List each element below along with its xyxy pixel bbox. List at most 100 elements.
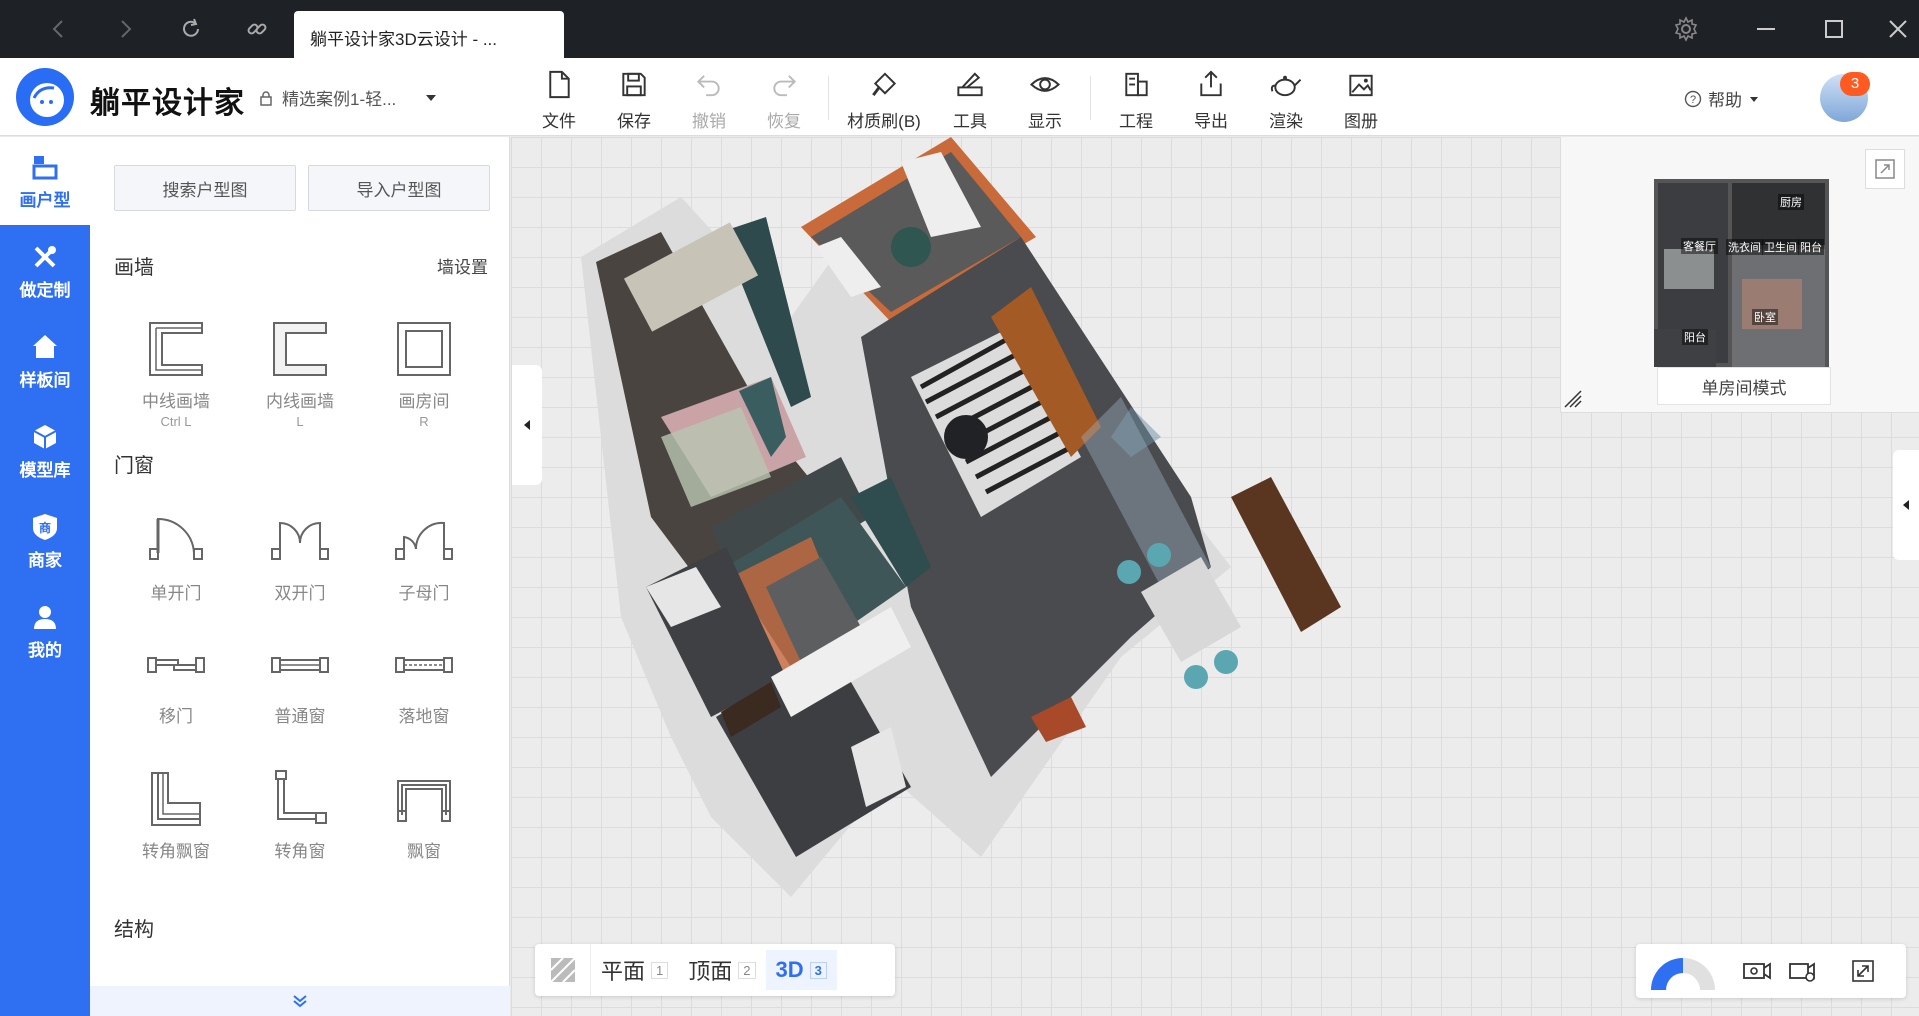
parent-child-door-icon: [395, 521, 453, 560]
double-chevron-down-icon: [293, 995, 307, 1008]
minimap-room-label: 阳台: [1682, 329, 1708, 345]
house-icon: [33, 334, 57, 358]
minimap-room-label: 卧室: [1752, 309, 1778, 325]
save-button[interactable]: 保存: [599, 64, 669, 132]
toolbar-divider: [1090, 76, 1091, 120]
minimap[interactable]: 厨房 客餐厅 洗衣间 卫生间 阳台 卧室 阳台 单房间模式: [1560, 137, 1919, 413]
svg-text:?: ?: [1690, 94, 1696, 106]
brand-logo-icon: [16, 68, 74, 126]
draw-room-tool[interactable]: 画房间 R: [362, 317, 486, 437]
main-toolbar: 躺平设计家 精选案例1-轻... 文件 保存 撤销 恢复 材质刷(B) 工具 显…: [0, 58, 1919, 136]
view-angle-gauge-icon[interactable]: [1646, 950, 1720, 994]
minimap-room-label: 厨房: [1778, 194, 1804, 210]
innerline-wall-icon: [273, 322, 327, 376]
single-door-icon: [149, 517, 203, 560]
corner-bay-window-icon: [151, 772, 201, 826]
back-icon[interactable]: [44, 14, 74, 44]
normal-window-icon: [271, 657, 329, 673]
sidebar-item-floorplan[interactable]: 画户型: [0, 137, 90, 225]
double-door-icon: [271, 521, 329, 560]
section-title-wall: 画墙: [114, 257, 154, 279]
album-icon: [1349, 74, 1373, 97]
customize-tools-icon: [34, 245, 56, 267]
import-floorplan-button[interactable]: 导入户型图: [308, 165, 490, 211]
fullscreen-icon[interactable]: [1846, 956, 1880, 986]
link-icon[interactable]: [242, 14, 272, 44]
floor-window-tool[interactable]: 落地窗: [362, 632, 486, 752]
maximize-icon[interactable]: [1816, 12, 1852, 46]
bay-window-tool[interactable]: 飘窗: [362, 767, 486, 887]
corner-window-icon: [275, 770, 327, 824]
tools-icon: [957, 72, 983, 97]
normal-window-tool[interactable]: 普通窗: [238, 632, 362, 752]
section-title-structure: 结构: [114, 919, 154, 941]
toolbar-divider: [828, 76, 829, 120]
sidebar-item-mine[interactable]: 我的: [0, 587, 90, 675]
floor-material-icon[interactable]: [535, 944, 591, 996]
help-menu[interactable]: ? 帮助: [1684, 86, 1760, 111]
caret-left-icon: [524, 420, 530, 430]
floor-window-icon: [395, 657, 453, 673]
material-brush-button[interactable]: 材质刷(B): [847, 64, 921, 132]
minimize-icon[interactable]: [1748, 12, 1784, 46]
corner-bay-window-tool[interactable]: 转角飘窗: [114, 767, 238, 887]
settings-gear-icon[interactable]: [1668, 12, 1704, 46]
notification-badge: 3: [1840, 72, 1870, 96]
redo-button[interactable]: 恢复: [749, 64, 819, 132]
undo-button[interactable]: 撤销: [674, 64, 744, 132]
redo-icon: [773, 75, 797, 97]
sliding-door-tool[interactable]: 移门: [114, 632, 238, 752]
panel-scroll-down[interactable]: [90, 986, 510, 1016]
tool-panel: 搜索户型图 导入户型图 画墙 墙设置 中线画墙 Ctrl L 内线画墙 L 画房…: [90, 137, 510, 1016]
undo-icon: [696, 75, 720, 97]
sliding-door-icon: [147, 657, 205, 673]
project-button[interactable]: 工程: [1101, 64, 1171, 132]
wall-settings-link[interactable]: 墙设置: [437, 253, 488, 278]
close-icon[interactable]: [1880, 12, 1916, 46]
view-plan[interactable]: 平面 1: [591, 950, 678, 990]
innerline-wall-tool[interactable]: 内线画墙 L: [238, 317, 362, 437]
camera-gear-icon[interactable]: [1786, 956, 1820, 986]
floorplan-icon: [32, 155, 58, 179]
browser-tab[interactable]: 躺平设计家3D云设计 - ...: [294, 11, 564, 58]
question-icon: ?: [1684, 90, 1702, 107]
double-door-tool[interactable]: 双开门: [238, 509, 362, 629]
resize-handle-icon[interactable]: [1563, 389, 1583, 409]
render-button[interactable]: 渲染: [1251, 64, 1321, 132]
minimap-room-label: 卫生间: [1762, 239, 1799, 255]
sidebar-item-model-library[interactable]: 模型库: [0, 407, 90, 495]
refresh-icon[interactable]: [176, 14, 206, 44]
render-teapot-icon: [1270, 75, 1302, 97]
forward-icon[interactable]: [110, 14, 140, 44]
single-door-tool[interactable]: 单开门: [114, 509, 238, 629]
album-button[interactable]: 图册: [1326, 64, 1396, 132]
corner-window-tool[interactable]: 转角窗: [238, 767, 362, 887]
export-button[interactable]: 导出: [1176, 64, 1246, 132]
view-ceiling[interactable]: 顶面 2: [678, 950, 765, 990]
display-button[interactable]: 显示: [1010, 64, 1080, 132]
caret-left-icon: [1903, 500, 1909, 510]
camera-settings-icon[interactable]: [1740, 956, 1774, 986]
file-icon: [549, 70, 570, 99]
collapse-panel-right[interactable]: [1893, 450, 1919, 560]
single-room-mode-button[interactable]: 单房间模式: [1657, 367, 1831, 405]
caret-down-icon: [1750, 96, 1758, 102]
project-selector[interactable]: 精选案例1-轻...: [258, 85, 438, 110]
centerline-wall-tool[interactable]: 中线画墙 Ctrl L: [114, 317, 238, 437]
tools-button[interactable]: 工具: [935, 64, 1005, 132]
eye-icon: [1029, 77, 1061, 92]
sidebar-item-merchant[interactable]: 商 商家: [0, 497, 90, 585]
view-3d[interactable]: 3D 3: [765, 950, 837, 990]
search-floorplan-button[interactable]: 搜索户型图: [114, 165, 296, 211]
brand-name: 躺平设计家: [90, 86, 245, 121]
section-title-doors-windows: 门窗: [114, 455, 154, 477]
user-icon: [34, 605, 56, 629]
parent-child-door-tool[interactable]: 子母门: [362, 509, 486, 629]
minimap-expand-icon[interactable]: [1865, 149, 1905, 189]
merchant-icon: 商: [33, 513, 57, 540]
collapse-panel-left[interactable]: [512, 365, 542, 485]
file-button[interactable]: 文件: [524, 64, 594, 132]
view-mode-bar: 平面 1 顶面 2 3D 3: [535, 944, 895, 996]
sidebar-item-showroom[interactable]: 样板间: [0, 317, 90, 405]
sidebar-item-customize[interactable]: 做定制: [0, 227, 90, 315]
